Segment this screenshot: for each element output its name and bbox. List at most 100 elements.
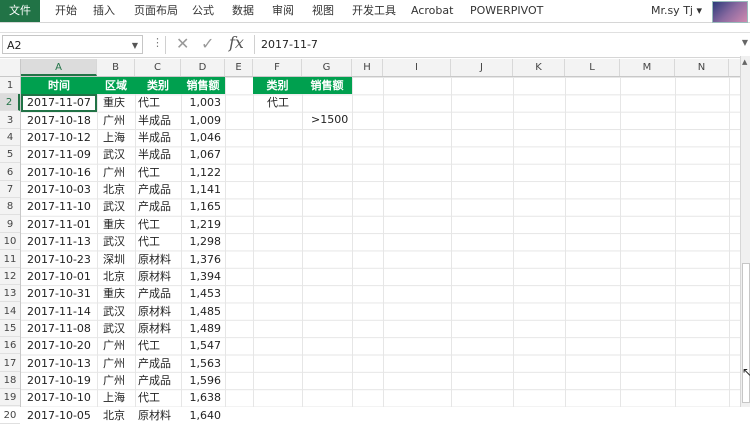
cell-region[interactable]: 上海 [97, 129, 135, 146]
cell-date[interactable]: 2017-10-01 [21, 268, 97, 285]
tab-powerpivot[interactable]: POWERPIVOT [470, 0, 543, 22]
tab-formulas[interactable]: 公式 [192, 0, 214, 22]
cell-date[interactable]: 2017-10-16 [21, 164, 97, 181]
column-header-n[interactable]: N [675, 59, 729, 76]
criteria-sales-value[interactable]: >1500 [311, 111, 352, 128]
cell-region[interactable]: 重庆 [97, 285, 135, 302]
row-header-10[interactable]: 10 [0, 233, 20, 251]
cell-sales[interactable]: 1,547 [181, 337, 225, 354]
user-account[interactable]: Mr.sy Tj ▾ [651, 0, 702, 22]
cell-region[interactable]: 北京 [97, 407, 135, 424]
cell-region[interactable]: 武汉 [97, 146, 135, 163]
expand-formula-bar-icon[interactable]: ▼ [742, 38, 748, 47]
header-category[interactable]: 类别 [135, 77, 181, 94]
column-header-d[interactable]: D [181, 59, 225, 76]
cell-category[interactable]: 代工 [135, 94, 181, 111]
cell-region[interactable]: 武汉 [97, 320, 135, 337]
cell-region[interactable]: 武汉 [97, 233, 135, 250]
cell-category[interactable]: 产成品 [135, 285, 181, 302]
cell-region[interactable]: 广州 [97, 337, 135, 354]
cell-date[interactable]: 2017-10-31 [21, 285, 97, 302]
row-header-4[interactable]: 4 [0, 129, 20, 147]
row-header-9[interactable]: 9 [0, 216, 20, 233]
cell-category[interactable]: 代工 [135, 337, 181, 354]
cell-region[interactable]: 广州 [97, 164, 135, 181]
cell-sales[interactable]: 1,638 [181, 389, 225, 406]
cell-date[interactable]: 2017-10-18 [21, 112, 97, 129]
column-header-k[interactable]: K [513, 59, 565, 76]
cell-date[interactable]: 2017-11-10 [21, 198, 97, 215]
tab-page-layout[interactable]: 页面布局 [134, 0, 178, 22]
column-header-c[interactable]: C [135, 59, 181, 76]
row-header-6[interactable]: 6 [0, 164, 20, 181]
tab-review[interactable]: 审阅 [272, 0, 294, 22]
cell-sales[interactable]: 1,489 [181, 320, 225, 337]
column-header-m[interactable]: M [620, 59, 675, 76]
enter-icon[interactable]: ✓ [201, 34, 214, 53]
cell-region[interactable]: 武汉 [97, 303, 135, 320]
cell-date[interactable]: 2017-10-03 [21, 181, 97, 198]
cell-region[interactable]: 上海 [97, 389, 135, 406]
row-header-7[interactable]: 7 [0, 181, 20, 199]
file-tab[interactable]: 文件 [0, 0, 40, 22]
more-options-icon[interactable]: ⋮ [152, 36, 163, 49]
header-time[interactable]: 时间 [21, 77, 97, 94]
cell-date[interactable]: 2017-11-07 [21, 94, 97, 111]
cell-region[interactable]: 广州 [97, 112, 135, 129]
cell-sales[interactable]: 1,046 [181, 129, 225, 146]
cell-date[interactable]: 2017-10-13 [21, 355, 97, 372]
cell-category[interactable]: 原材料 [135, 303, 181, 320]
column-header-g[interactable]: G [302, 59, 352, 76]
vertical-scrollbar[interactable]: ▲ [740, 56, 750, 407]
cell-region[interactable]: 北京 [97, 181, 135, 198]
row-header-20[interactable]: 20 [0, 407, 20, 424]
cell-category[interactable]: 产成品 [135, 372, 181, 389]
cell-region[interactable]: 武汉 [97, 198, 135, 215]
column-header-i[interactable]: I [383, 59, 451, 76]
row-header-16[interactable]: 16 [0, 337, 20, 355]
cell-sales[interactable]: 1,298 [181, 233, 225, 250]
cell-region[interactable]: 重庆 [97, 94, 135, 111]
criteria-header-category[interactable]: 类别 [253, 77, 302, 94]
cell-region[interactable]: 重庆 [97, 216, 135, 233]
tab-developer[interactable]: 开发工具 [352, 0, 396, 22]
cell-sales[interactable]: 1,563 [181, 355, 225, 372]
cell-category[interactable]: 代工 [135, 389, 181, 406]
cell-region[interactable]: 广州 [97, 372, 135, 389]
cell-category[interactable]: 半成品 [135, 146, 181, 163]
cell-sales[interactable]: 1,003 [181, 94, 225, 111]
cell-sales[interactable]: 1,640 [181, 407, 225, 424]
criteria-header-sales[interactable]: 销售额 [302, 77, 352, 94]
cell-date[interactable]: 2017-11-08 [21, 320, 97, 337]
column-header-b[interactable]: B [97, 59, 135, 76]
cell-date[interactable]: 2017-11-01 [21, 216, 97, 233]
name-box[interactable]: A2 ▼ [2, 35, 143, 54]
row-header-5[interactable]: 5 [0, 146, 20, 164]
tab-data[interactable]: 数据 [232, 0, 254, 22]
cancel-icon[interactable]: ✕ [176, 34, 189, 53]
cell-date[interactable]: 2017-10-12 [21, 129, 97, 146]
row-header-15[interactable]: 15 [0, 320, 20, 337]
column-header-l[interactable]: L [565, 59, 620, 76]
column-header-j[interactable]: J [451, 59, 513, 76]
column-header-h[interactable]: H [352, 59, 383, 76]
criteria-category-value[interactable]: 代工 [267, 94, 302, 111]
cell-date[interactable]: 2017-10-20 [21, 337, 97, 354]
cell-region[interactable]: 深圳 [97, 251, 135, 268]
cell-sales[interactable]: 1,141 [181, 181, 225, 198]
cell-sales[interactable]: 1,165 [181, 198, 225, 215]
cell-date[interactable]: 2017-10-10 [21, 389, 97, 406]
scrollbar-thumb[interactable] [742, 263, 750, 403]
cell-sales[interactable]: 1,596 [181, 372, 225, 389]
row-header-12[interactable]: 12 [0, 268, 20, 285]
column-header-a[interactable]: A [21, 59, 97, 76]
cell-category[interactable]: 产成品 [135, 355, 181, 372]
cell-category[interactable]: 原材料 [135, 251, 181, 268]
avatar[interactable] [712, 1, 748, 23]
cell-sales[interactable]: 1,485 [181, 303, 225, 320]
tab-acrobat[interactable]: Acrobat [411, 0, 453, 22]
cell-sales[interactable]: 1,394 [181, 268, 225, 285]
cell-date[interactable]: 2017-10-05 [21, 407, 97, 424]
row-header-8[interactable]: 8 [0, 198, 20, 216]
cell-category[interactable]: 代工 [135, 233, 181, 250]
